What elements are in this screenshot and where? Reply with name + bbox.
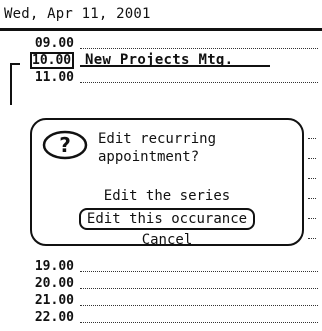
slot-dotted-line bbox=[308, 178, 316, 179]
question-icon: ? bbox=[42, 130, 88, 160]
time-label-selected: 10.00 bbox=[30, 52, 74, 69]
time-label: 22.00 bbox=[34, 310, 74, 325]
time-label: 21.00 bbox=[34, 293, 74, 308]
time-slot-1100[interactable]: 11.00 bbox=[0, 69, 322, 86]
time-label: 19.00 bbox=[34, 259, 74, 274]
slot-dotted-line bbox=[308, 238, 316, 239]
date-header: Wed, Apr 11, 2001 bbox=[4, 6, 151, 22]
time-slot-2000[interactable]: 20.00 bbox=[0, 275, 322, 292]
slot-dotted-line bbox=[80, 271, 318, 272]
recurring-appointment-dialog: ? Edit recurring appointment? Edit the s… bbox=[30, 118, 304, 248]
slot-dotted-line bbox=[308, 198, 316, 199]
edit-occurrence-label: Edit this occurance bbox=[78, 208, 256, 230]
time-label: 20.00 bbox=[34, 276, 74, 291]
dialog-message: Edit recurring appointment? bbox=[98, 131, 217, 165]
edit-occurrence-button[interactable]: Edit this occurance bbox=[32, 208, 302, 230]
slot-dotted-line bbox=[80, 322, 318, 323]
slot-dotted-line bbox=[308, 138, 316, 139]
time-slot-2100[interactable]: 21.00 bbox=[0, 292, 322, 309]
slot-dotted-line bbox=[80, 48, 318, 49]
time-slot-1000[interactable]: 10.00 New Projects Mtg. bbox=[0, 52, 322, 69]
svg-text:?: ? bbox=[59, 133, 71, 157]
slot-dotted-line bbox=[308, 218, 316, 219]
time-label: 09.00 bbox=[34, 36, 74, 51]
cancel-button[interactable]: Cancel bbox=[32, 230, 302, 250]
slot-dotted-line bbox=[308, 158, 316, 159]
slot-dotted-line bbox=[80, 305, 318, 306]
edit-series-button[interactable]: Edit the series bbox=[32, 186, 302, 206]
appointment-underline bbox=[80, 65, 270, 67]
slot-dotted-line bbox=[80, 82, 318, 83]
slot-dotted-line bbox=[80, 288, 318, 289]
calendar-day-view: { "header": { "date": "Wed, Apr 11, 2001… bbox=[0, 0, 322, 331]
time-label: 11.00 bbox=[34, 70, 74, 85]
time-slot-0900[interactable]: 09.00 bbox=[0, 35, 322, 52]
time-slot-2200[interactable]: 22.00 bbox=[0, 309, 322, 326]
header-divider bbox=[0, 28, 322, 31]
time-slot-1900[interactable]: 19.00 bbox=[0, 258, 322, 275]
